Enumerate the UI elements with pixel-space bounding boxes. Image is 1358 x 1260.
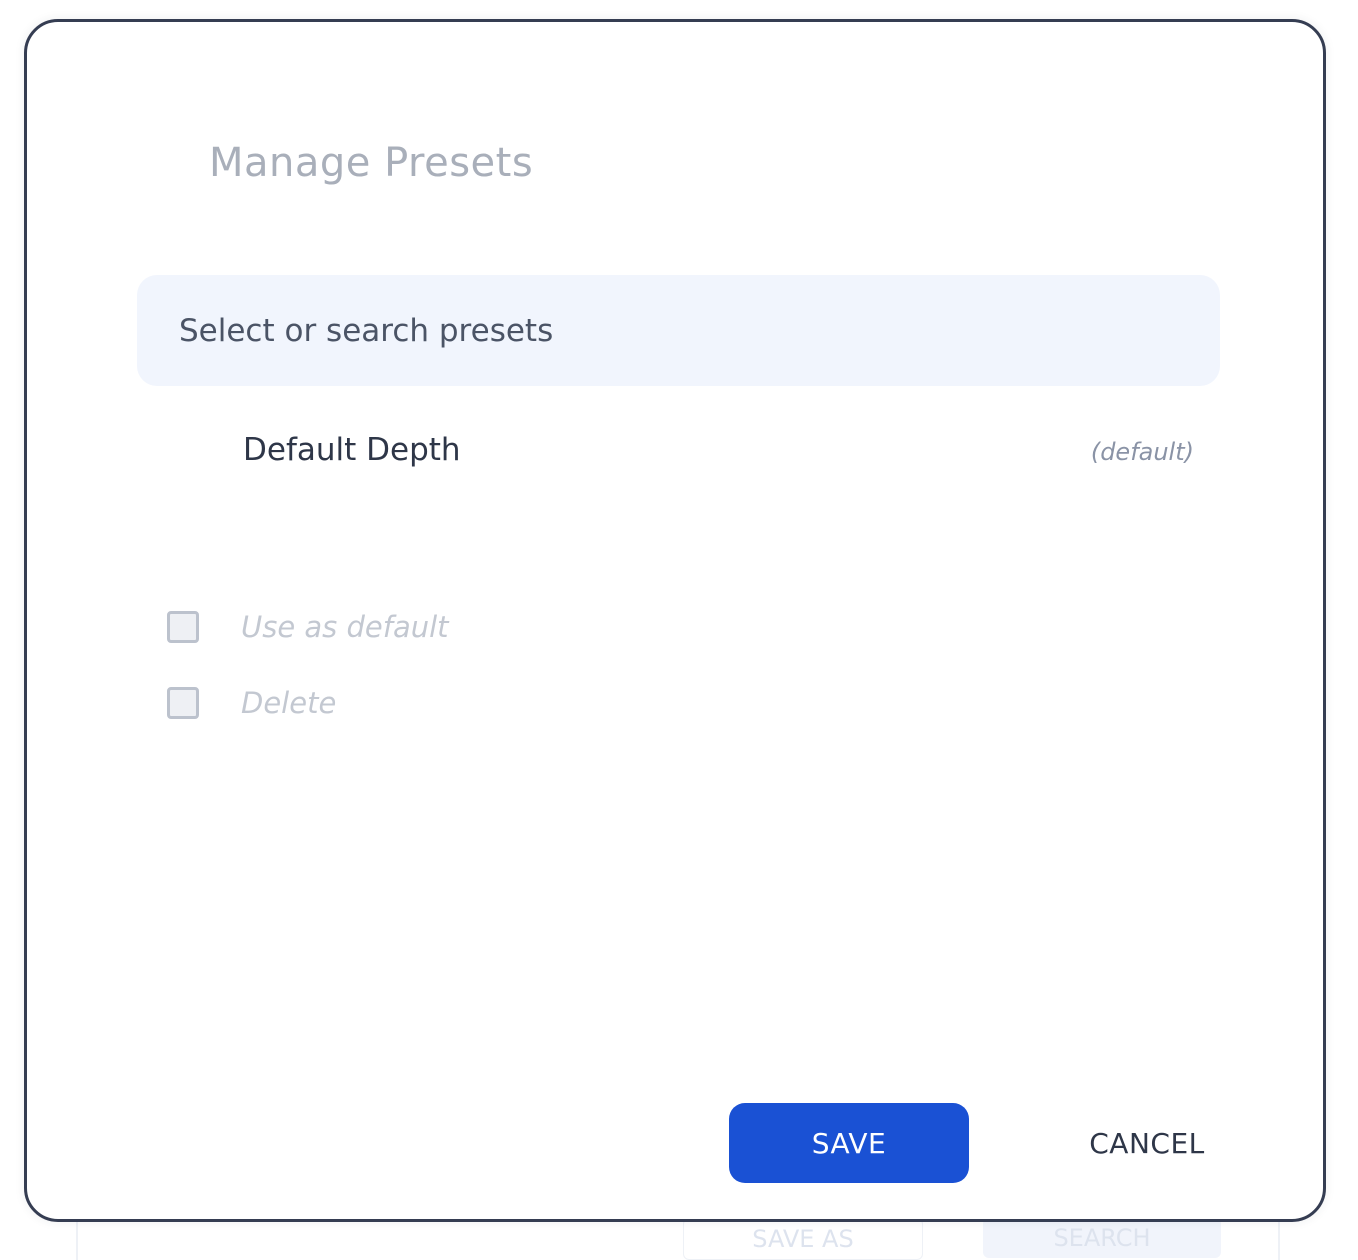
preset-search-input[interactable]: [177, 311, 1081, 350]
preset-list-item[interactable]: Default Depth (default): [137, 422, 1220, 486]
save-button[interactable]: SAVE: [729, 1103, 969, 1183]
preset-search-box[interactable]: [137, 275, 1220, 386]
use-as-default-label: Use as default: [241, 610, 449, 644]
delete-label: Delete: [241, 686, 337, 720]
delete-option[interactable]: Delete: [167, 683, 336, 723]
background-save-as-button: SAVE AS: [683, 1218, 923, 1260]
background-search-button: SEARCH: [983, 1218, 1221, 1258]
delete-checkbox[interactable]: [167, 687, 199, 719]
preset-default-tag: (default): [1090, 438, 1194, 466]
preset-name: Default Depth: [243, 432, 461, 468]
cancel-button[interactable]: CANCEL: [1067, 1103, 1227, 1183]
use-as-default-option[interactable]: Use as default: [167, 607, 449, 647]
modal-title: Manage Presets: [209, 140, 534, 186]
manage-presets-modal: Manage Presets Default Depth (default) U…: [24, 19, 1326, 1222]
use-as-default-checkbox[interactable]: [167, 611, 199, 643]
